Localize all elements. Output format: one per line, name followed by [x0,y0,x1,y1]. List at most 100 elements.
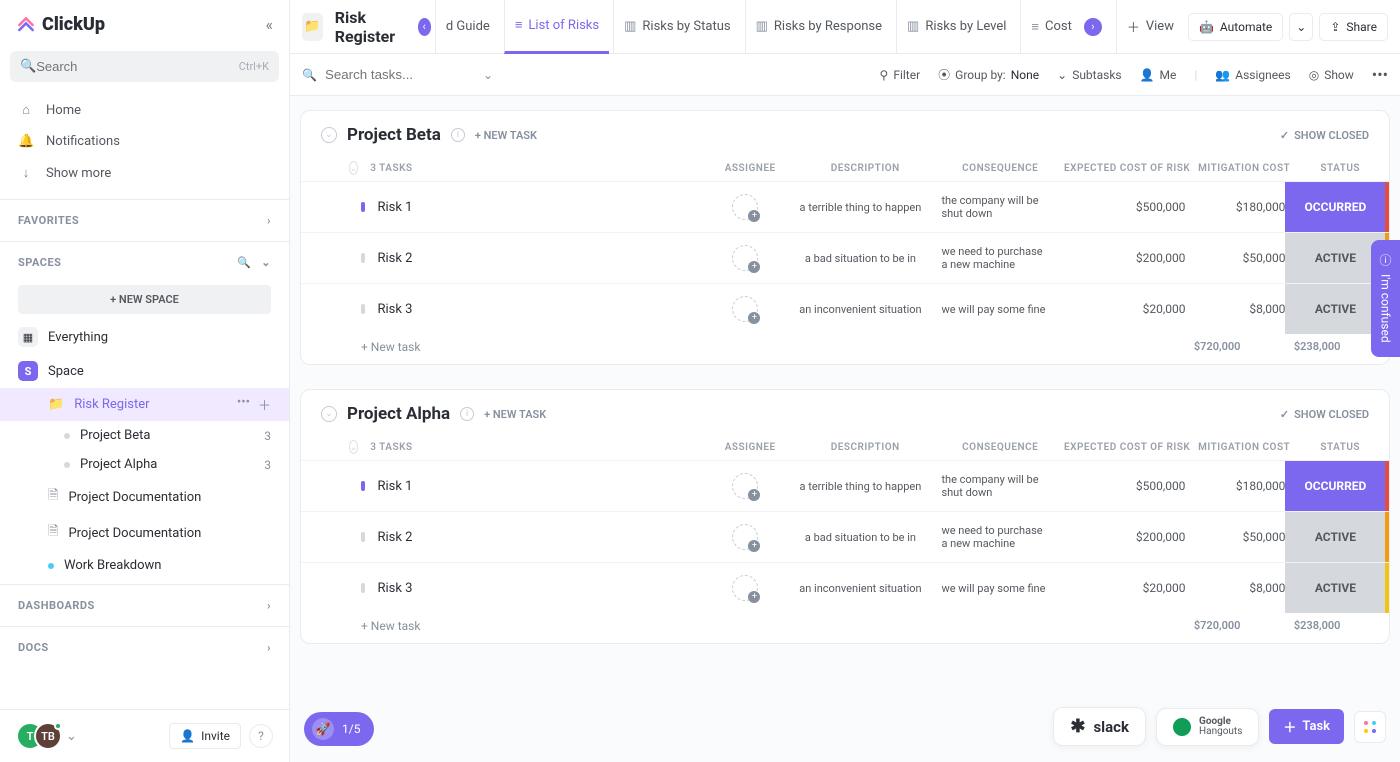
prev-view-button[interactable]: ‹ [418,18,431,36]
assignee-cell[interactable] [705,245,785,271]
new-task-fab[interactable]: ＋Task [1269,709,1344,744]
add-assignee-icon[interactable] [732,296,758,322]
apps-button[interactable] [1354,711,1386,743]
task-name[interactable]: Risk 1 [377,479,705,494]
nav-show-more[interactable]: ↓Show more [0,157,289,189]
status-cell[interactable]: OCCURRED [1285,461,1385,511]
search-spaces-icon[interactable]: 🔍 [237,256,251,269]
chevron-down-icon[interactable]: ⌄ [261,256,271,269]
mitigation-cost-cell[interactable]: $8,000 [1185,581,1285,595]
status-cell[interactable]: OCCURRED [1285,182,1385,232]
tree-doc-1[interactable]: 🗎Project Documentation [0,479,289,515]
status-cell[interactable]: ACTIVE [1285,563,1385,613]
plus-icon[interactable]: ＋ [258,395,271,414]
mitigation-cost-cell[interactable]: $50,000 [1185,530,1285,544]
search-input[interactable]: 🔍 Ctrl+K [10,51,279,82]
assignee-cell[interactable] [705,194,785,220]
task-name[interactable]: Risk 2 [377,251,705,266]
tree-risk-register[interactable]: 📁 Risk Register •••＋ [0,388,289,421]
expected-cost-cell[interactable]: $20,000 [1055,581,1185,595]
group-by-button[interactable]: ⦿Group by: None [938,66,1039,83]
info-icon[interactable]: i [451,128,465,142]
share-button[interactable]: ⇪Share [1319,13,1388,41]
col-description[interactable]: DESCRIPTION [790,442,940,453]
expected-cost-cell[interactable]: $500,000 [1055,200,1185,214]
task-row[interactable]: Risk 3 an inconvenient situation we will… [301,283,1389,334]
task-name[interactable]: Risk 3 [377,581,705,596]
onboarding-pill[interactable]: 🚀1/5 [304,712,374,746]
add-assignee-icon[interactable] [732,575,758,601]
expected-cost-cell[interactable]: $200,000 [1055,530,1185,544]
subtasks-button[interactable]: ⌄Subtasks [1057,68,1121,82]
info-icon[interactable]: i [460,407,474,421]
assignee-cell[interactable] [705,296,785,322]
consequence-cell[interactable]: we need to purchase a new machine [935,245,1055,271]
add-assignee-icon[interactable] [732,524,758,550]
invite-button[interactable]: 👤Invite [169,723,241,749]
add-task-row[interactable]: + New task [361,619,420,633]
assignees-button[interactable]: 👥Assignees [1215,68,1290,82]
consequence-cell[interactable]: the company will be shut down [935,194,1055,220]
collapse-tasks-icon[interactable]: ⌄ [349,440,358,454]
task-row[interactable]: Risk 2 a bad situation to be in we need … [301,232,1389,283]
show-button[interactable]: ◎Show [1309,68,1354,82]
spaces-section[interactable]: SPACES 🔍⌄ [0,246,289,279]
add-view-button[interactable]: ＋View [1116,0,1184,54]
search-tasks-input[interactable] [325,67,475,82]
more-icon[interactable]: ••• [237,395,250,414]
col-status[interactable]: STATUS [1290,442,1390,453]
docs-section[interactable]: DOCS› [0,631,289,664]
task-row[interactable]: Risk 1 a terrible thing to happen the co… [301,181,1389,232]
col-status[interactable]: STATUS [1290,163,1390,174]
chevron-down-icon[interactable]: ⌄ [483,68,493,82]
favorites-section[interactable]: FAVORITES › [0,204,289,237]
search-tasks[interactable]: 🔍 ⌄ [302,67,493,82]
col-description[interactable]: DESCRIPTION [790,163,940,174]
task-name[interactable]: Risk 2 [377,530,705,545]
collapse-tasks-icon[interactable]: ⌄ [349,161,358,175]
nav-home[interactable]: ⌂Home [0,94,289,126]
assignee-cell[interactable] [705,473,785,499]
assignee-cell[interactable] [705,524,785,550]
expected-cost-cell[interactable]: $500,000 [1055,479,1185,493]
col-expected-cost[interactable]: EXPECTED COST OF RISK [1060,163,1190,174]
new-task-link[interactable]: + NEW TASK [484,408,546,421]
col-mitigation-cost[interactable]: MITIGATION COST [1190,163,1290,174]
mitigation-cost-cell[interactable]: $180,000 [1185,200,1285,214]
mitigation-cost-cell[interactable]: $50,000 [1185,251,1285,265]
tree-everything[interactable]: ▦Everything [0,320,289,354]
me-button[interactable]: 👤Me [1140,68,1177,82]
folder-icon[interactable]: 📁 [302,13,323,41]
tree-work-breakdown[interactable]: Work Breakdown [0,551,289,580]
new-space-button[interactable]: + NEW SPACE [18,285,271,314]
nav-notifications[interactable]: 🔔Notifications [0,126,289,157]
more-button[interactable]: ••• [1372,65,1388,84]
automate-button[interactable]: 🤖Automate [1188,13,1283,41]
help-button[interactable]: ? [249,724,273,748]
description-cell[interactable]: an inconvenient situation [785,303,935,316]
tree-project-beta[interactable]: Project Beta3 [0,421,289,450]
task-name[interactable]: Risk 3 [377,302,705,317]
view-tab-response[interactable]: ▥Risks by Response [745,0,892,54]
task-row[interactable]: Risk 2 a bad situation to be in we need … [301,511,1389,562]
chevron-down-icon[interactable]: ⌄ [66,729,77,744]
search-field[interactable] [36,59,239,74]
status-cell[interactable]: ACTIVE [1285,512,1385,562]
tree-project-alpha[interactable]: Project Alpha3 [0,450,289,479]
expected-cost-cell[interactable]: $200,000 [1055,251,1185,265]
col-assignee[interactable]: ASSIGNEE [710,163,790,174]
description-cell[interactable]: an inconvenient situation [785,582,935,595]
col-assignee[interactable]: ASSIGNEE [710,442,790,453]
tree-space[interactable]: SSpace [0,354,289,388]
view-tab-cost[interactable]: ≡Cost› [1020,0,1111,54]
col-consequence[interactable]: CONSEQUENCE [940,163,1060,174]
task-name[interactable]: Risk 1 [377,200,705,215]
task-row[interactable]: Risk 3 an inconvenient situation we will… [301,562,1389,613]
add-assignee-icon[interactable] [732,194,758,220]
col-mitigation-cost[interactable]: MITIGATION COST [1190,442,1290,453]
dashboards-section[interactable]: DASHBOARDS› [0,589,289,622]
mitigation-cost-cell[interactable]: $8,000 [1185,302,1285,316]
automate-dropdown[interactable]: ⌄ [1289,13,1313,41]
tree-doc-2[interactable]: 🗎Project Documentation [0,515,289,551]
description-cell[interactable]: a terrible thing to happen [785,201,935,214]
